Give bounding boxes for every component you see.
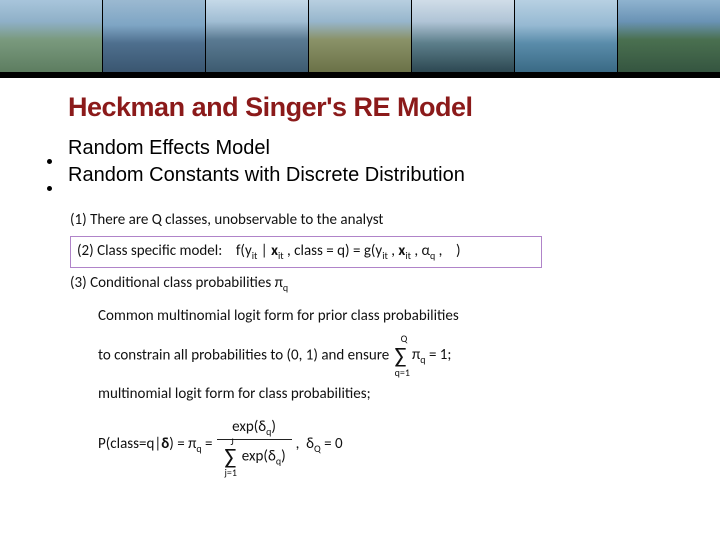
banner-photo xyxy=(103,0,205,72)
bullet-text: Random Effects Model xyxy=(68,137,270,160)
bullet-item: Random Effects Model xyxy=(30,137,720,160)
sum-lower: q=1 xyxy=(395,365,410,381)
bullet-item: Random Constants with Discrete Distribut… xyxy=(30,164,720,187)
sum-icon: Q ∑ q=1 xyxy=(395,339,407,373)
sum-lower: j=1 xyxy=(225,465,237,481)
math-text: πq = 1; xyxy=(412,346,451,364)
banner-photo xyxy=(206,0,308,72)
math-text: (2) Class specific model: xyxy=(77,242,222,260)
math-line: to constrain all probabilities to (0, 1)… xyxy=(98,339,680,373)
sum-upper: J xyxy=(231,434,234,450)
math-line: (3) Conditional class probabilities πq xyxy=(70,272,680,296)
bullet-dot-icon xyxy=(47,159,52,164)
math-equation: P(class=q|δ) = πq = exp(δq) J ∑ j=1 exp(… xyxy=(98,416,680,475)
fraction-denominator: J ∑ j=1 exp(δq) xyxy=(217,440,292,474)
math-line: (1) There are Q classes, unobservable to… xyxy=(70,209,680,232)
math-text: to constrain all probabilities to (0, 1)… xyxy=(98,346,389,364)
banner-photo xyxy=(515,0,617,72)
sum-upper: Q xyxy=(401,331,408,347)
banner-photo xyxy=(618,0,720,72)
banner-photo xyxy=(0,0,102,72)
math-line-boxed: (2) Class specific model: f(yit | xit , … xyxy=(70,236,680,268)
fraction-numerator: exp(δq) xyxy=(217,416,292,441)
banner-photo xyxy=(309,0,411,72)
math-line: multinomial logit form for class probabi… xyxy=(98,383,680,406)
bullet-list: Random Effects Model Random Constants wi… xyxy=(30,137,720,187)
math-formula: f(yit | xit , class = q) = g(yit , xit ,… xyxy=(236,242,461,260)
math-text: P(class=q|δ) = πq = xyxy=(98,433,213,457)
math-content: (1) There are Q classes, unobservable to… xyxy=(70,209,680,474)
math-text: , δQ = 0 xyxy=(296,433,343,457)
fraction: exp(δq) J ∑ j=1 exp(δq) xyxy=(217,416,292,475)
banner-photo xyxy=(412,0,514,72)
slide-title: Heckman and Singer's RE Model xyxy=(68,92,720,123)
bullet-dot-icon xyxy=(47,186,52,191)
bullet-text: Random Constants with Discrete Distribut… xyxy=(68,164,465,187)
header-banner xyxy=(0,0,720,78)
highlight-box: (2) Class specific model: f(yit | xit , … xyxy=(70,236,542,268)
math-line: Common multinomial logit form for prior … xyxy=(98,305,680,328)
